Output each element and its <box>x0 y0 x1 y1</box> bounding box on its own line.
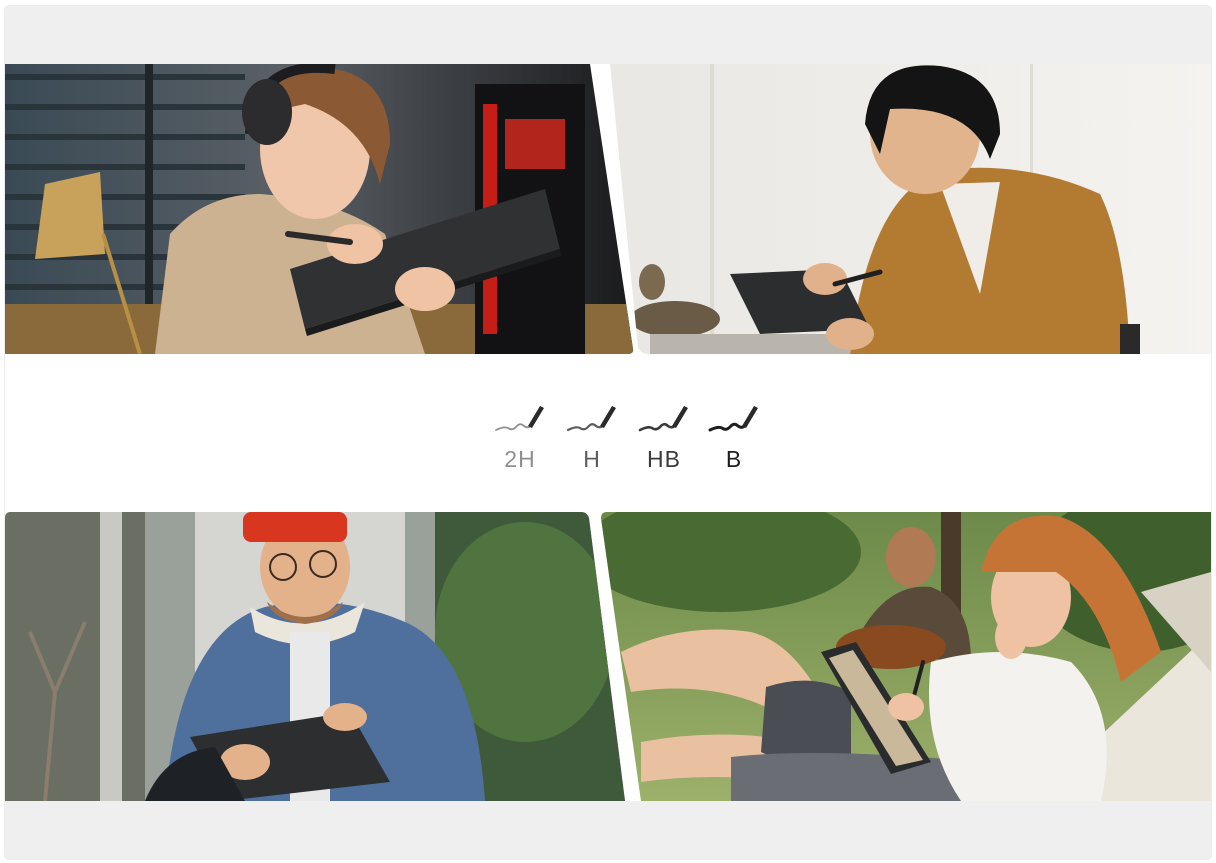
photo-man-jacket-cat-tablet <box>590 64 1211 354</box>
pencil-stroke-icon <box>495 406 544 431</box>
grade-label: HB <box>647 446 681 472</box>
photo-man-red-beanie-tablet <box>5 512 627 801</box>
pencil-level-b: B <box>701 398 767 488</box>
top-band <box>5 6 1211 64</box>
pencil-stroke-icon <box>638 406 688 432</box>
grade-label: H <box>583 446 601 472</box>
pencil-stroke-icon <box>708 406 758 432</box>
product-banner: 2H H HB B <box>5 6 1211 859</box>
pencil-level-2h: 2H <box>487 398 553 488</box>
pencil-pressure-levels: 2H H HB B <box>487 398 767 488</box>
grade-label: B <box>725 446 743 472</box>
bottom-band <box>5 801 1211 859</box>
grade-label: 2H <box>504 446 536 472</box>
photo-woman-hammock-tablet <box>601 512 1211 801</box>
photo-woman-headphones-tablet <box>5 64 635 354</box>
pencil-level-h: H <box>559 398 625 488</box>
pencil-stroke-icon <box>566 406 616 432</box>
pencil-level-hb: HB <box>631 398 697 488</box>
